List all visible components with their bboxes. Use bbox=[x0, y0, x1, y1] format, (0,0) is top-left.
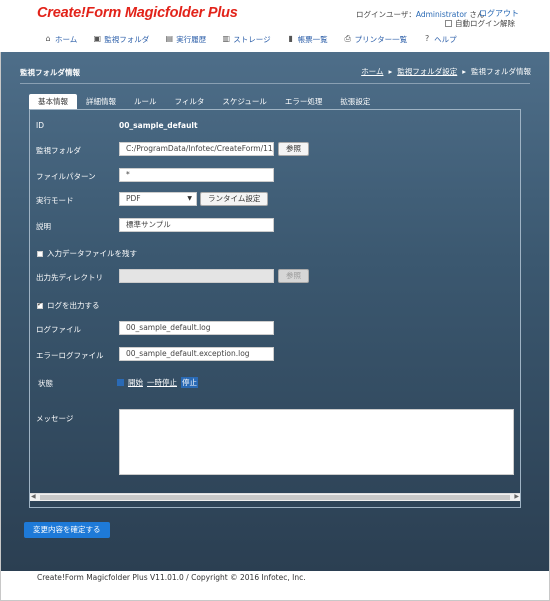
description-label: 説明 bbox=[36, 222, 51, 231]
output-dir-label: 出力先ディレクトリ bbox=[36, 273, 103, 282]
status-stop-link[interactable]: 停止 bbox=[181, 377, 198, 388]
keep-input-file-checkbox[interactable]: 入力データファイルを残す bbox=[37, 248, 137, 259]
nav-label: ストレージ bbox=[233, 34, 271, 44]
auto-login-release[interactable]: 自動ログイン解除 bbox=[445, 18, 515, 29]
login-user-label: ログインユーザ： bbox=[356, 10, 416, 19]
auto-login-label: 自動ログイン解除 bbox=[455, 19, 515, 28]
main-nav: ⌂ ホーム ▣ 監視フォルダ ▤ 実行履歴 ▥ ストレージ ▮ 帳票一覧 ⎙ プリンター一覧… bbox=[0, 29, 550, 49]
exec-mode-select[interactable]: PDF ▼ bbox=[119, 192, 197, 206]
panel-title: 監視フォルダ情報 bbox=[20, 68, 80, 77]
nav-label: 帳票一覧 bbox=[297, 34, 328, 44]
breadcrumb: ホーム ▸ 監視フォルダ設定 ▸ 監視フォルダ情報 bbox=[361, 66, 531, 77]
keep-input-file-label: 入力データファイルを残す bbox=[47, 249, 137, 258]
header: Create!Form Magicfolder Plus ログインユーザ：Adm… bbox=[0, 0, 550, 52]
log-file-input[interactable]: 00_sample_default.log bbox=[119, 321, 274, 335]
tab-basic-info[interactable]: 基本情報 bbox=[29, 94, 77, 109]
status-controls: 開始 一時停止 停止 bbox=[117, 377, 198, 388]
chevron-down-icon: ▼ bbox=[187, 195, 192, 202]
nav-item-home[interactable]: ⌂ ホーム bbox=[44, 29, 77, 49]
watch-folder-browse-button[interactable]: 参照 bbox=[278, 142, 309, 156]
nav-item-history[interactable]: ▤ 実行履歴 bbox=[165, 29, 207, 49]
output-dir-browse-button[interactable]: 参照 bbox=[278, 269, 309, 283]
log-output-checkbox[interactable]: ログを出力する bbox=[37, 300, 100, 311]
nav-item-printers[interactable]: ⎙ プリンター一覧 bbox=[344, 29, 408, 49]
tab-rules[interactable]: ルール bbox=[125, 94, 166, 109]
breadcrumb-separator: ▸ bbox=[462, 67, 466, 76]
id-value: 00_sample_default bbox=[119, 121, 198, 130]
nav-label: ホーム bbox=[55, 34, 78, 44]
auto-login-checkbox[interactable] bbox=[445, 20, 452, 27]
file-pattern-input[interactable]: * bbox=[119, 168, 274, 182]
history-icon: ▤ bbox=[165, 34, 174, 43]
storage-icon: ▥ bbox=[222, 34, 231, 43]
file-pattern-label: ファイルパターン bbox=[36, 172, 96, 181]
tab-detail-info[interactable]: 詳細情報 bbox=[77, 94, 125, 109]
main-panel: 監視フォルダ情報 ホーム ▸ 監視フォルダ設定 ▸ 監視フォルダ情報 基本情報 … bbox=[1, 52, 549, 571]
exec-mode-label: 実行モード bbox=[36, 196, 74, 205]
error-log-label: エラーログファイル bbox=[36, 351, 104, 360]
nav-label: プリンター一覧 bbox=[354, 34, 408, 44]
status-start-link[interactable]: 開始 bbox=[128, 377, 143, 388]
tab-bar: 基本情報 詳細情報 ルール フィルタ スケジュール エラー処理 拡張設定 bbox=[29, 94, 379, 109]
message-label: メッセージ bbox=[36, 414, 74, 423]
scroll-left-icon[interactable]: ◀ bbox=[31, 493, 36, 500]
checkbox-box[interactable] bbox=[37, 300, 43, 309]
description-input[interactable]: 標準サンプル bbox=[119, 218, 274, 232]
watch-folder-label: 監視フォルダ bbox=[36, 146, 81, 155]
checkbox-box[interactable] bbox=[37, 250, 43, 257]
scrollbar-thumb[interactable] bbox=[40, 495, 510, 500]
log-file-label: ログファイル bbox=[36, 325, 81, 334]
title-divider bbox=[20, 83, 530, 84]
folder-icon: ▣ bbox=[93, 34, 102, 43]
status-indicator-icon bbox=[117, 379, 124, 386]
status-pause-link[interactable]: 一時停止 bbox=[147, 377, 177, 388]
home-icon: ⌂ bbox=[45, 34, 51, 43]
id-label: ID bbox=[36, 121, 44, 130]
confirm-changes-button[interactable]: 変更内容を確定する bbox=[24, 522, 110, 538]
status-label: 状態 bbox=[38, 379, 53, 388]
footer-copyright: Create!Form Magicfolder Plus V11.01.0 / … bbox=[37, 573, 306, 582]
horizontal-scrollbar[interactable]: ◀ ▶ bbox=[30, 493, 520, 501]
tab-schedule[interactable]: スケジュール bbox=[213, 94, 275, 109]
app-logo: Create!Form Magicfolder Plus bbox=[37, 5, 238, 21]
tab-error-handling[interactable]: エラー処理 bbox=[276, 94, 332, 109]
tab-filter[interactable]: フィルタ bbox=[166, 94, 214, 109]
basic-info-form: ID 00_sample_default 監視フォルダ C:/ProgramDa… bbox=[29, 109, 521, 508]
runtime-settings-button[interactable]: ランタイム設定 bbox=[200, 192, 269, 206]
breadcrumb-home[interactable]: ホーム bbox=[361, 66, 383, 77]
error-log-input[interactable]: 00_sample_default.exception.log bbox=[119, 347, 274, 361]
nav-item-forms[interactable]: ▮ 帳票一覧 bbox=[287, 29, 328, 49]
printer-icon: ⎙ bbox=[344, 34, 351, 43]
breadcrumb-separator: ▸ bbox=[388, 67, 393, 76]
tab-extended-settings[interactable]: 拡張設定 bbox=[331, 94, 379, 109]
help-icon: ? bbox=[425, 34, 430, 43]
nav-label: 監視フォルダ bbox=[104, 34, 150, 44]
nav-item-watch-folder[interactable]: ▣ 監視フォルダ bbox=[93, 29, 150, 49]
scroll-right-icon[interactable]: ▶ bbox=[514, 493, 519, 500]
nav-item-help[interactable]: ? ヘルプ bbox=[423, 29, 457, 49]
nav-label: ヘルプ bbox=[434, 34, 457, 44]
log-output-label: ログを出力する bbox=[47, 301, 100, 310]
message-textarea[interactable] bbox=[119, 409, 514, 475]
breadcrumb-current: 監視フォルダ情報 bbox=[471, 67, 531, 76]
nav-label: 実行履歴 bbox=[176, 34, 207, 44]
nav-item-storage[interactable]: ▥ ストレージ bbox=[222, 29, 271, 49]
document-icon: ▮ bbox=[288, 34, 293, 43]
exec-mode-value: PDF bbox=[126, 194, 141, 203]
breadcrumb-watch-folder-settings[interactable]: 監視フォルダ設定 bbox=[397, 66, 457, 77]
watch-folder-input[interactable]: C:/ProgramData/Infotec/CreateForm/11/wor… bbox=[119, 142, 274, 156]
output-dir-input[interactable] bbox=[119, 269, 274, 283]
